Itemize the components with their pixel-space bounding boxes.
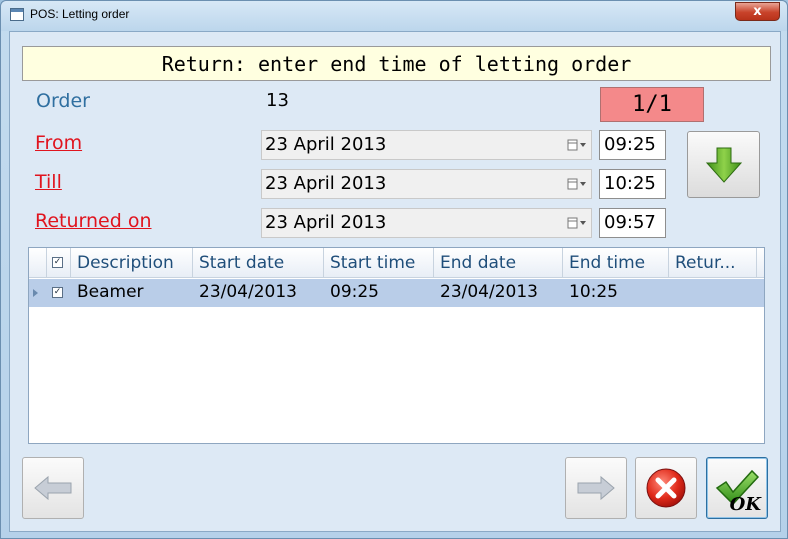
returned-on-link[interactable]: Returned on: [35, 210, 152, 232]
col-description[interactable]: Description: [71, 248, 193, 277]
header-indicator-cell: [29, 248, 47, 277]
window-icon: [10, 8, 24, 21]
move-down-button[interactable]: [687, 131, 760, 198]
order-label: Order: [36, 90, 90, 112]
instruction-banner: Return: enter end time of letting order: [22, 46, 771, 81]
till-time-input[interactable]: 10:25: [599, 169, 666, 199]
calendar-dropdown-icon[interactable]: [565, 176, 589, 192]
from-link[interactable]: From: [35, 132, 82, 154]
order-number: 13: [266, 90, 289, 111]
cell-end-time: 10:25: [569, 282, 618, 302]
col-start-time[interactable]: Start time: [324, 248, 434, 277]
cell-start-date: 23/04/2013: [199, 282, 297, 302]
returned-on-date-value: 23 April 2013: [265, 212, 387, 233]
till-date-value: 23 April 2013: [265, 173, 387, 194]
current-row-indicator: [33, 289, 38, 297]
col-returned[interactable]: Retur...: [669, 248, 757, 277]
red-x-icon: [646, 468, 686, 508]
till-link[interactable]: Till: [35, 171, 62, 193]
dialog-body: Return: enter end time of letting order …: [9, 31, 781, 532]
row-checkbox[interactable]: ✓: [52, 287, 63, 298]
col-start-date[interactable]: Start date: [193, 248, 324, 277]
title-bar[interactable]: POS: Letting order x: [1, 1, 787, 31]
right-arrow-icon: [577, 475, 615, 501]
select-all-checkbox[interactable]: ✓: [52, 257, 63, 268]
order-lines-grid[interactable]: ✓ Description Start date Start time End …: [28, 247, 765, 444]
returned-on-time-input[interactable]: 09:57: [599, 208, 666, 238]
cell-end-date: 23/04/2013: [440, 282, 538, 302]
till-date-picker[interactable]: 23 April 2013: [261, 169, 592, 199]
from-date-picker[interactable]: 23 April 2013: [261, 130, 592, 160]
ok-label: OK: [729, 494, 761, 515]
cell-description: Beamer: [77, 282, 144, 302]
ok-button[interactable]: OK: [706, 457, 768, 519]
next-button[interactable]: [565, 457, 627, 519]
letting-order-window: POS: Letting order x Return: enter end t…: [0, 0, 788, 539]
cell-returned: [669, 279, 675, 307]
cancel-button[interactable]: [635, 457, 697, 519]
record-counter: 1/1: [600, 87, 704, 122]
calendar-dropdown-icon[interactable]: [565, 137, 589, 153]
close-button[interactable]: x: [735, 2, 780, 21]
close-icon: x: [753, 4, 762, 19]
col-end-date[interactable]: End date: [434, 248, 563, 277]
col-end-time[interactable]: End time: [563, 248, 669, 277]
from-date-value: 23 April 2013: [265, 134, 387, 155]
returned-on-date-picker[interactable]: 23 April 2013: [261, 208, 592, 238]
previous-button[interactable]: [22, 457, 84, 519]
green-down-arrow-icon: [705, 147, 742, 183]
left-arrow-icon: [34, 475, 72, 501]
window-title: POS: Letting order: [30, 7, 130, 21]
from-time-input[interactable]: 09:25: [599, 130, 666, 160]
header-check-cell[interactable]: ✓: [47, 248, 71, 277]
grid-header: ✓ Description Start date Start time End …: [29, 248, 764, 278]
cell-start-time: 09:25: [330, 282, 379, 302]
calendar-dropdown-icon[interactable]: [565, 215, 589, 231]
table-row[interactable]: ✓ Beamer 23/04/2013 09:25 23/04/2013 10:…: [29, 279, 764, 307]
